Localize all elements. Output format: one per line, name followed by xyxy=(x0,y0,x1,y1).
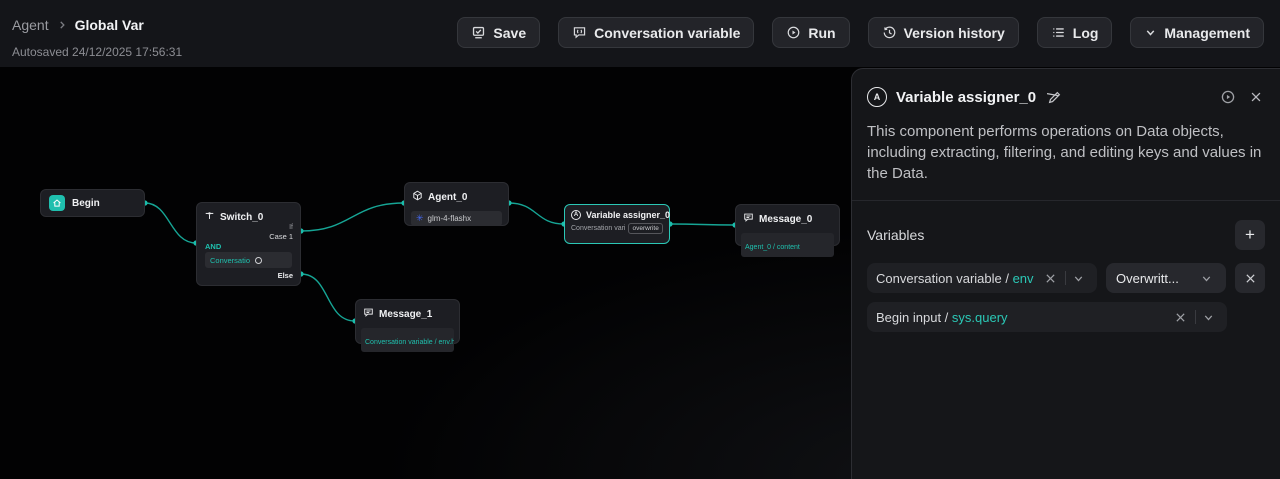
version-history-button-label: Version history xyxy=(904,25,1005,41)
chevron-down-icon[interactable] xyxy=(1197,272,1216,285)
switch-icon xyxy=(204,208,215,226)
panel-description: This component performs operations on Da… xyxy=(867,121,1265,184)
log-button-label: Log xyxy=(1073,25,1099,41)
page-title: Global Var xyxy=(75,17,144,33)
version-history-button[interactable]: Version history xyxy=(868,17,1019,48)
node-begin-title: Begin xyxy=(72,198,100,209)
variable-value-select[interactable]: Begin input / sys.query xyxy=(867,302,1227,332)
panel-divider xyxy=(852,200,1280,201)
node-variable-assigner[interactable]: A Variable assigner_0 Conversation vari … xyxy=(564,204,670,244)
variable-value-prefix: Begin input xyxy=(876,310,941,325)
topbar-actions: Save Conversation variable Run Version h… xyxy=(457,17,1264,48)
node-agent[interactable]: Agent_0 ✳ glm-4-flashx xyxy=(404,182,509,226)
node-agent-title: Agent_0 xyxy=(428,192,467,203)
save-icon xyxy=(471,25,486,40)
message0-ref-text: Agent_0 / content xyxy=(745,244,800,251)
glm-model-icon: ✳ xyxy=(416,214,424,223)
switch-operator-label: AND xyxy=(205,242,221,251)
variable-source-value: env xyxy=(1013,271,1034,286)
edit-pencil-icon[interactable] xyxy=(1047,90,1062,105)
variable-value-value: sys.query xyxy=(952,310,1008,325)
log-button[interactable]: Log xyxy=(1037,17,1113,48)
node-message0-title: Message_0 xyxy=(759,214,812,225)
chevron-down-icon[interactable] xyxy=(1199,311,1218,324)
assign-mode-value: Overwritt... xyxy=(1116,271,1197,286)
agent-model-row[interactable]: ✳ glm-4-flashx xyxy=(411,211,502,226)
edge-layer xyxy=(0,67,852,479)
management-button[interactable]: Management xyxy=(1130,17,1264,48)
message1-ref-text: Conversation variable / env.his xyxy=(365,339,454,346)
assigner-icon: A xyxy=(571,210,581,220)
edge-switch-message1 xyxy=(301,274,355,321)
begin-home-icon xyxy=(49,195,65,211)
chevron-down-icon xyxy=(1144,26,1157,39)
variable-value-separator: / xyxy=(941,310,952,325)
assign-mode-select[interactable]: Overwritt... xyxy=(1106,263,1226,293)
conversation-variable-button-label: Conversation variable xyxy=(594,25,740,41)
edge-switch-agent xyxy=(301,203,404,231)
message1-ref-row[interactable]: Conversation variable / env.his xyxy=(361,328,454,352)
message-bubble-icon xyxy=(363,305,374,323)
autosave-status: Autosaved 24/12/2025 17:56:31 xyxy=(12,45,182,59)
add-variable-button[interactable]: + xyxy=(1235,220,1265,250)
variable-source-prefix: Conversation variable xyxy=(876,271,1002,286)
panel-run-icon[interactable] xyxy=(1218,87,1238,107)
chat-variable-icon xyxy=(572,25,587,40)
topbar: Agent Global Var Autosaved 24/12/2025 17… xyxy=(0,0,1280,67)
message-bubble-icon xyxy=(743,210,754,228)
assigner-input-text: Conversation vari xyxy=(571,225,625,232)
switch-condition-row[interactable]: Conversatio xyxy=(205,252,292,268)
breadcrumb-agent-link[interactable]: Agent xyxy=(12,17,49,33)
node-message0[interactable]: Message_0 Agent_0 / content xyxy=(735,204,840,246)
assigner-icon: A xyxy=(867,87,887,107)
assigner-overwrite-badge: overwrite xyxy=(628,223,662,234)
variable-source-separator: / xyxy=(1002,271,1013,286)
switch-case-label: Case 1 xyxy=(269,232,293,241)
panel-title: Variable assigner_0 xyxy=(896,89,1036,106)
save-button[interactable]: Save xyxy=(457,17,540,48)
node-assigner-title: Variable assigner_0 xyxy=(586,210,670,220)
field-divider xyxy=(1195,310,1196,324)
node-begin[interactable]: Begin xyxy=(40,189,145,217)
switch-if-label: If xyxy=(289,224,293,231)
node-message1[interactable]: Message_1 Conversation variable / env.hi… xyxy=(355,299,460,344)
conversation-variable-button[interactable]: Conversation variable xyxy=(558,17,754,48)
chevron-right-icon xyxy=(57,20,67,30)
node-switch-title: Switch_0 xyxy=(220,212,263,223)
switch-condition-circle-icon xyxy=(255,257,262,264)
switch-else-label: Else xyxy=(278,271,293,280)
breadcrumb: Agent Global Var xyxy=(12,17,144,33)
play-circle-icon xyxy=(786,25,801,40)
clear-icon[interactable] xyxy=(1039,272,1062,285)
node-message1-title: Message_1 xyxy=(379,309,432,320)
switch-condition-text: Conversatio xyxy=(210,256,250,265)
run-button[interactable]: Run xyxy=(772,17,849,48)
delete-variable-button[interactable] xyxy=(1235,263,1265,293)
management-button-label: Management xyxy=(1164,25,1250,41)
agent-model-name: glm-4-flashx xyxy=(428,214,472,223)
clear-icon[interactable] xyxy=(1169,311,1192,324)
history-clock-icon xyxy=(882,25,897,40)
chevron-down-icon[interactable] xyxy=(1069,272,1088,285)
field-divider xyxy=(1065,271,1066,285)
edge-begin-switch xyxy=(145,203,196,243)
log-list-icon xyxy=(1051,25,1066,40)
run-button-label: Run xyxy=(808,25,835,41)
save-button-label: Save xyxy=(493,25,526,41)
panel-close-icon[interactable] xyxy=(1247,88,1265,106)
edge-agent-assigner xyxy=(509,203,564,224)
edge-assigner-message0 xyxy=(670,224,735,225)
agent-cube-icon xyxy=(412,188,423,206)
node-switch[interactable]: Switch_0 If Case 1 AND Conversatio Else xyxy=(196,202,301,286)
variables-section-label: Variables xyxy=(867,227,924,243)
node-config-panel: A Variable assigner_0 This component per… xyxy=(851,68,1280,479)
message0-ref-row[interactable]: Agent_0 / content xyxy=(741,233,834,257)
variable-source-select[interactable]: Conversation variable / env xyxy=(867,263,1097,293)
